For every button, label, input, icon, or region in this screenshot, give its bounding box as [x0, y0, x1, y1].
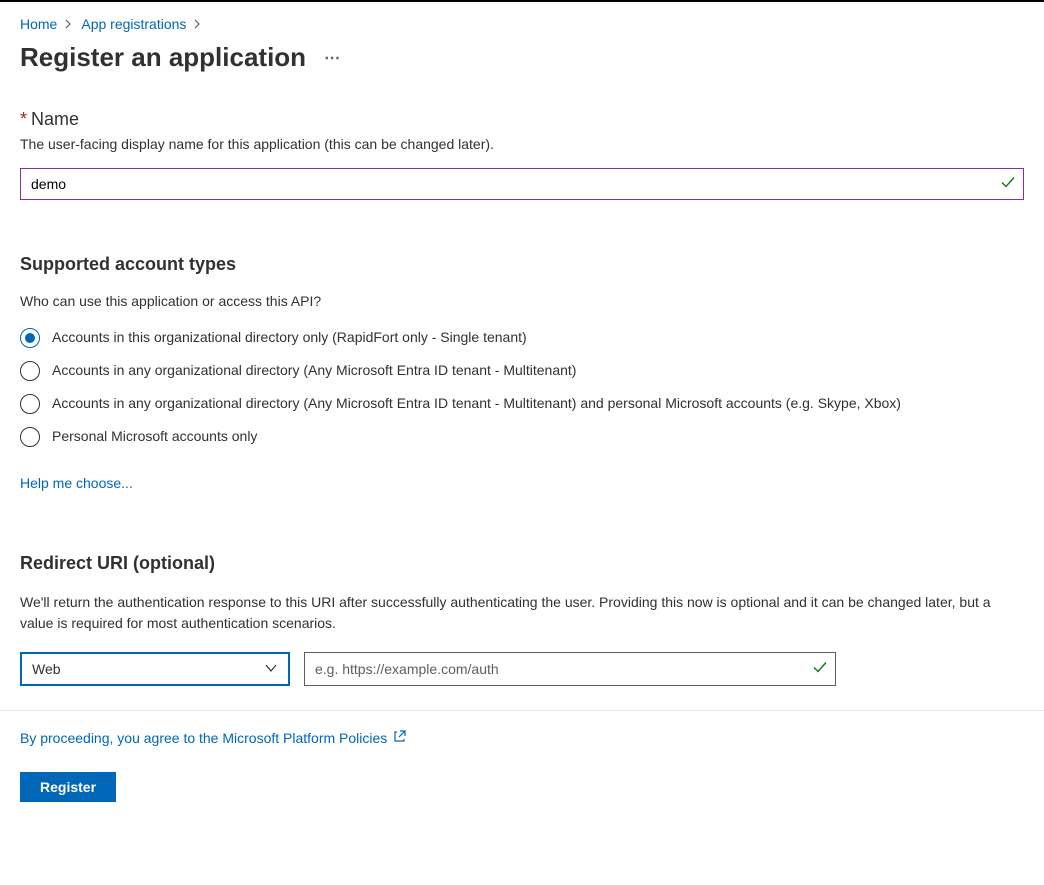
account-type-option-single-tenant[interactable]: Accounts in this organizational director… [20, 327, 1024, 348]
page-title: Register an application ⋯ [20, 42, 1024, 73]
radio-icon [20, 427, 40, 447]
breadcrumb-app-registrations[interactable]: App registrations [81, 16, 186, 32]
account-type-option-multitenant[interactable]: Accounts in any organizational directory… [20, 360, 1024, 381]
account-types-radio-group: Accounts in this organizational director… [20, 327, 1024, 447]
account-type-option-multitenant-personal[interactable]: Accounts in any organizational directory… [20, 393, 1024, 414]
radio-icon [20, 361, 40, 381]
account-type-option-personal-only[interactable]: Personal Microsoft accounts only [20, 426, 1024, 447]
breadcrumb-separator-icon [65, 16, 73, 32]
register-button[interactable]: Register [20, 772, 116, 802]
name-field-label: * Name [20, 109, 1024, 130]
breadcrumb-separator-icon [194, 16, 202, 32]
redirect-uri-heading: Redirect URI (optional) [20, 553, 1024, 574]
radio-label: Accounts in any organizational directory… [52, 360, 576, 380]
radio-icon [20, 394, 40, 414]
more-actions-icon[interactable]: ⋯ [324, 48, 342, 68]
radio-icon [20, 328, 40, 348]
radio-label: Accounts in this organizational director… [52, 327, 527, 347]
platform-select-value: Web [32, 661, 61, 677]
redirect-uri-description: We'll return the authentication response… [20, 592, 1024, 634]
platform-select[interactable]: Web [20, 652, 290, 686]
radio-label: Personal Microsoft accounts only [52, 426, 257, 446]
redirect-uri-input[interactable] [304, 652, 836, 686]
breadcrumb-home[interactable]: Home [20, 16, 57, 32]
name-field-description: The user-facing display name for this ap… [20, 136, 1024, 152]
chevron-down-icon [264, 661, 278, 678]
required-indicator-icon: * [20, 109, 27, 130]
checkmark-icon [812, 660, 828, 679]
checkmark-icon [1000, 175, 1016, 194]
account-types-question: Who can use this application or access t… [20, 293, 1024, 309]
help-me-choose-link[interactable]: Help me choose... [20, 475, 133, 491]
platform-policies-link[interactable]: By proceeding, you agree to the Microsof… [20, 730, 387, 746]
account-types-heading: Supported account types [20, 254, 1024, 275]
radio-label: Accounts in any organizational directory… [52, 393, 901, 413]
external-link-icon [393, 729, 407, 746]
name-input[interactable] [20, 168, 1024, 200]
breadcrumb: Home App registrations [20, 16, 1024, 32]
